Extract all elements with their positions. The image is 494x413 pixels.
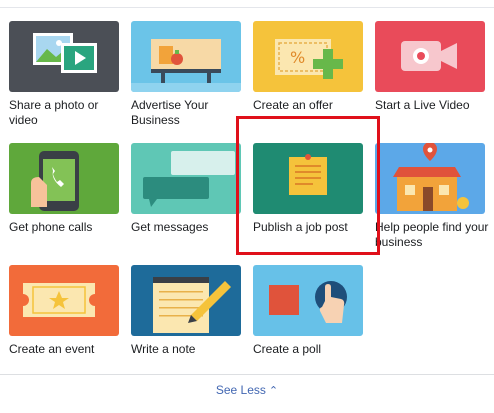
tile-get-messages[interactable]: Get messages (131, 143, 241, 235)
tile-get-phone-calls[interactable]: Get phone calls (9, 143, 119, 235)
tile-label: Start a Live Video (375, 98, 470, 112)
see-less-link[interactable]: See Less ⌃ (0, 383, 494, 397)
svg-text:%: % (290, 48, 305, 67)
tile-label: Advertise Your Business (131, 98, 209, 127)
tile-label: Create an offer (253, 98, 333, 112)
tile-create-offer[interactable]: % Create an offer (253, 21, 363, 113)
poll-shapes-icon (253, 265, 363, 336)
tile-create-poll[interactable]: Create a poll (253, 265, 363, 357)
tile-write-note[interactable]: Write a note (131, 265, 241, 357)
tile-help-find-business[interactable]: Help people find your business (375, 143, 488, 250)
message-bubbles-icon (131, 143, 241, 214)
tile-label: Create a poll (253, 342, 322, 356)
phone-icon (9, 143, 119, 214)
notepad-pencil-icon (131, 265, 241, 336)
tile-create-event[interactable]: Create an event (9, 265, 119, 357)
coupon-plus-icon: % (253, 21, 363, 92)
tile-label: Get phone calls (9, 220, 93, 234)
top-divider (0, 7, 494, 8)
tile-label: Write a note (131, 342, 196, 356)
storefront-billboard-icon (131, 21, 241, 92)
tile-label: Create an event (9, 342, 95, 356)
tile-start-live-video[interactable]: Start a Live Video (375, 21, 485, 113)
tile-publish-job-post[interactable]: Publish a job post (253, 143, 363, 235)
tile-advertise-business[interactable]: Advertise Your Business (131, 21, 241, 128)
live-camera-icon (375, 21, 485, 92)
tile-share-photo-video[interactable]: Share a photo or video (9, 21, 119, 128)
location-store-icon (375, 143, 485, 214)
footer-bar: See Less ⌃ (0, 374, 494, 413)
tile-label: Share a photo or video (9, 98, 99, 127)
tile-label: Publish a job post (253, 220, 348, 234)
see-less-label: See Less (215, 383, 266, 397)
tile-label: Get messages (131, 220, 209, 234)
ticket-star-icon (9, 265, 119, 336)
photo-video-icon (9, 21, 119, 92)
chevron-up-icon: ⌃ (268, 385, 279, 397)
tile-label: Help people find your business (375, 220, 489, 249)
sticky-note-icon (253, 143, 363, 214)
